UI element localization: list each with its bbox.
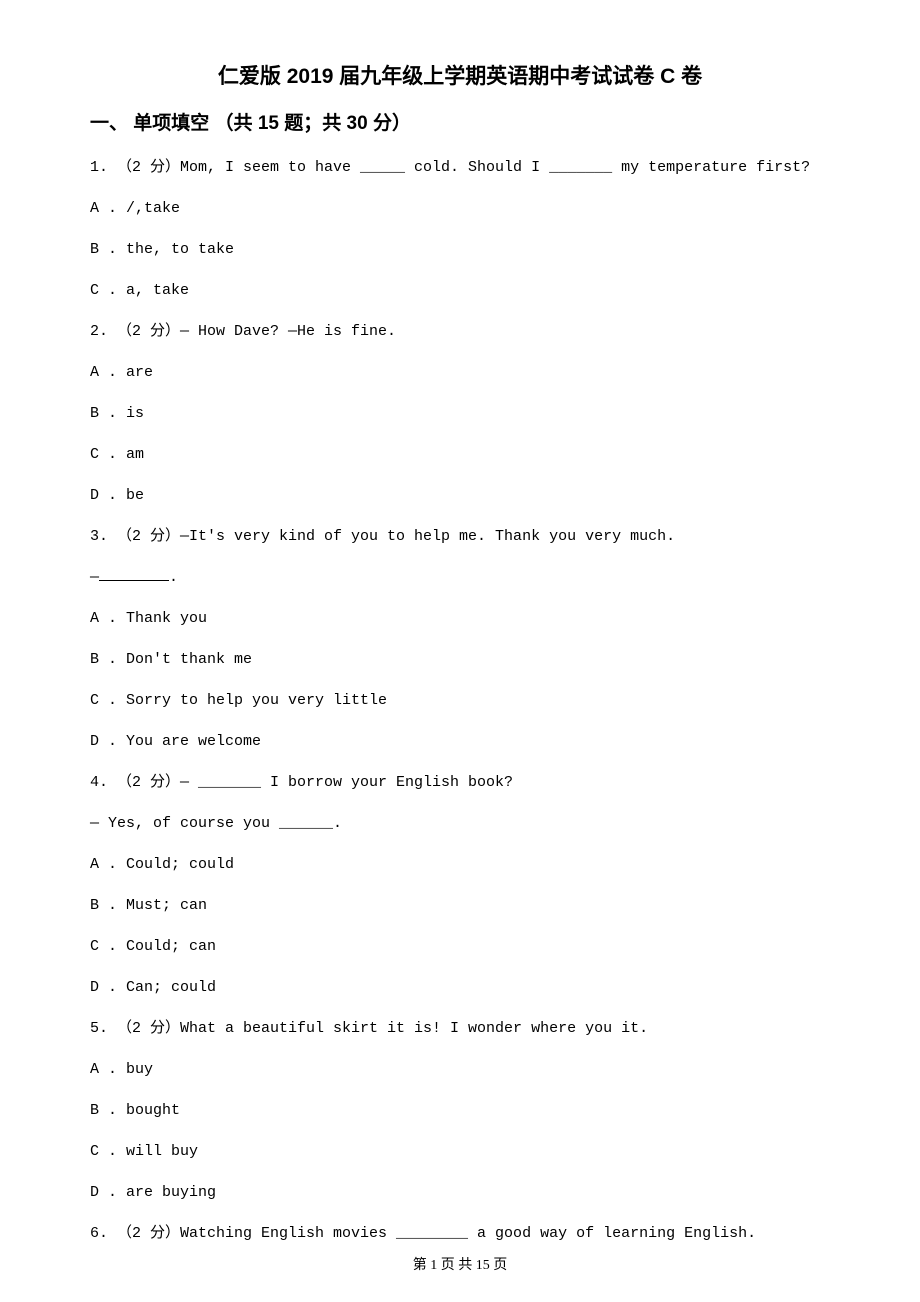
question-2-option-c: C . am <box>90 444 830 465</box>
question-2: 2. （2 分）— How Dave? —He is fine. <box>90 321 830 342</box>
question-2-option-b: B . is <box>90 403 830 424</box>
question-3-option-c: C . Sorry to help you very little <box>90 690 830 711</box>
question-4: 4. （2 分）— _______ I borrow your English … <box>90 772 830 793</box>
question-5-option-d: D . are buying <box>90 1182 830 1203</box>
question-2-option-d: D . be <box>90 485 830 506</box>
question-4-option-b: B . Must; can <box>90 895 830 916</box>
blank-underline <box>99 580 169 581</box>
question-1-option-c: C . a, take <box>90 280 830 301</box>
question-4-option-c: C . Could; can <box>90 936 830 957</box>
document-title: 仁爱版 2019 届九年级上学期英语期中考试试卷 C 卷 <box>90 60 830 90</box>
question-5-option-b: B . bought <box>90 1100 830 1121</box>
question-4-option-d: D . Can; could <box>90 977 830 998</box>
question-2-option-a: A . are <box>90 362 830 383</box>
question-5-option-a: A . buy <box>90 1059 830 1080</box>
question-5: 5. （2 分）What a beautiful skirt it is! I … <box>90 1018 830 1039</box>
question-6: 6. （2 分）Watching English movies ________… <box>90 1223 830 1244</box>
question-1-option-a: A . /,take <box>90 198 830 219</box>
section-header: 一、 单项填空 （共 15 题；共 30 分） <box>90 108 830 135</box>
q3-line2-prefix: — <box>90 569 99 586</box>
q3-line2-suffix: . <box>169 569 178 586</box>
question-3: 3. （2 分）—It's very kind of you to help m… <box>90 526 830 547</box>
question-4-option-a: A . Could; could <box>90 854 830 875</box>
question-1: 1. （2 分）Mom, I seem to have _____ cold. … <box>90 157 830 178</box>
question-1-option-b: B . the, to take <box>90 239 830 260</box>
question-4-line2: — Yes, of course you ______. <box>90 813 830 834</box>
question-5-option-c: C . will buy <box>90 1141 830 1162</box>
question-3-option-b: B . Don't thank me <box>90 649 830 670</box>
question-3-option-a: A . Thank you <box>90 608 830 629</box>
page-footer: 第 1 页 共 15 页 <box>0 1254 920 1274</box>
question-3-line2: —. <box>90 567 830 588</box>
question-3-option-d: D . You are welcome <box>90 731 830 752</box>
